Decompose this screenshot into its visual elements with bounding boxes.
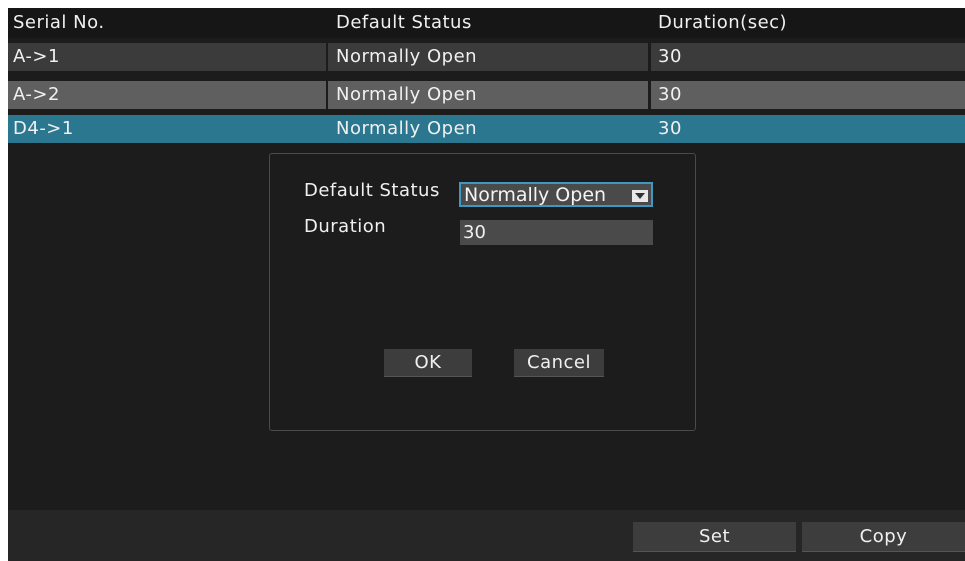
column-header-default-status: Default Status — [336, 12, 472, 33]
duration-label: Duration — [304, 216, 387, 237]
table-cell-duration: 30 — [658, 84, 682, 105]
table-cell-serial: D4->1 — [13, 118, 74, 139]
set-button[interactable]: Set — [633, 522, 796, 552]
column-header-duration: Duration(sec) — [658, 12, 788, 33]
table-cell-status: Normally Open — [336, 118, 478, 139]
table-cell-status: Normally Open — [336, 84, 478, 105]
ok-button[interactable]: OK — [384, 349, 472, 377]
table-cell-status: Normally Open — [336, 46, 478, 67]
bottom-toolbar: Set Copy — [8, 510, 965, 561]
default-status-label: Default Status — [304, 180, 440, 201]
table-row[interactable]: A->2 Normally Open 30 — [8, 80, 965, 110]
alarm-output-panel: Serial No. Default Status Duration(sec) … — [8, 8, 965, 561]
copy-button[interactable]: Copy — [802, 522, 965, 552]
default-status-value: Normally Open — [464, 184, 607, 206]
default-status-select[interactable]: Normally Open — [459, 182, 653, 207]
chevron-down-icon[interactable] — [632, 190, 648, 202]
table-cell-serial: A->2 — [13, 84, 60, 105]
duration-input[interactable]: 30 — [460, 220, 653, 245]
table-cell-serial: A->1 — [13, 46, 60, 67]
table-row[interactable]: A->1 Normally Open 30 — [8, 42, 965, 72]
table-row-selected[interactable]: D4->1 Normally Open 30 — [8, 114, 965, 144]
column-header-serial: Serial No. — [13, 12, 105, 33]
table-header: Serial No. Default Status Duration(sec) — [8, 8, 965, 38]
table-cell-duration: 30 — [658, 118, 682, 139]
cancel-button[interactable]: Cancel — [514, 349, 604, 377]
table-cell-duration: 30 — [658, 46, 682, 67]
edit-dialog: Default Status Normally Open Duration 30… — [269, 153, 696, 431]
